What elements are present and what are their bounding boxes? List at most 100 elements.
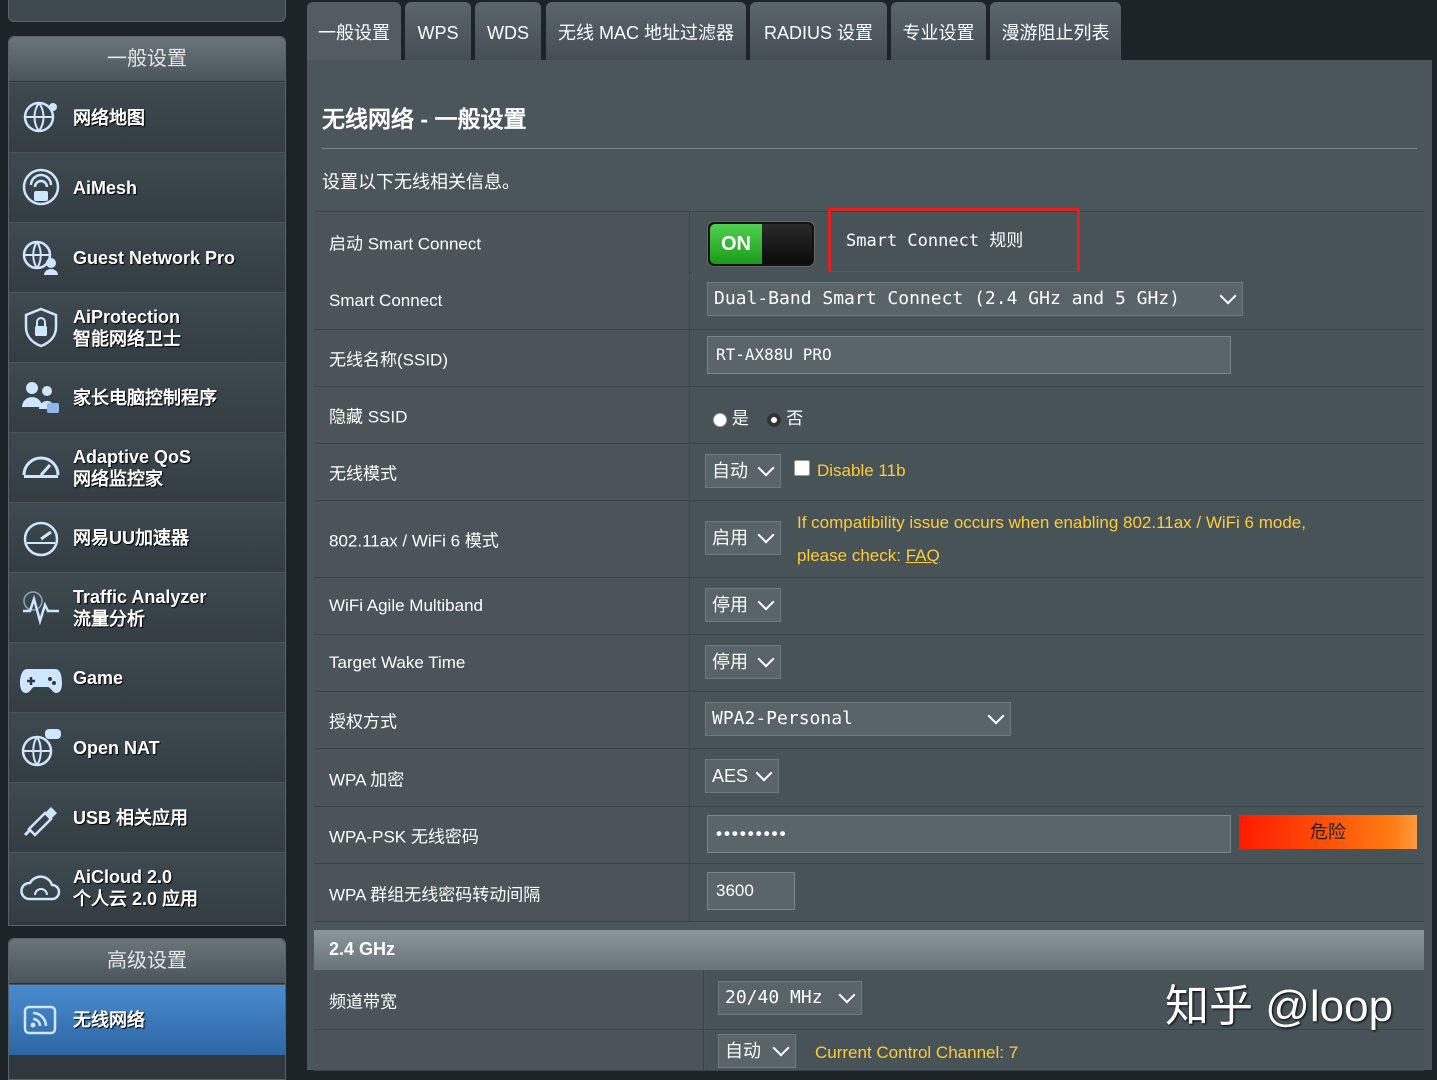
- row-label: 802.11ax / WiFi 6 模式: [329, 531, 499, 551]
- row-ssid: 无线名称(SSID) RT-AX88U PRO: [314, 330, 1424, 387]
- sidebar-item-line2: 智能网络卫士: [73, 328, 181, 349]
- tab-general[interactable]: 一般设置: [307, 2, 401, 60]
- sidebar-item-line1: AiCloud 2.0: [73, 866, 173, 887]
- sidebar-item-line1: 网络地图: [73, 107, 145, 128]
- row-target-wake-time: Target Wake Time 停用: [314, 635, 1424, 692]
- row-smart-connect: Smart Connect Dual-Band Smart Connect (2…: [314, 272, 1424, 330]
- sidebar-item-line1: AiMesh: [73, 177, 138, 198]
- chevron-down-icon: [987, 707, 1005, 725]
- sidebar-item-line1: USB 相关应用: [73, 807, 189, 828]
- sidebar-item-aimesh[interactable]: AiMesh: [9, 152, 285, 222]
- row-wpa-psk: WPA-PSK 无线密码 ••••••••• 危险: [314, 807, 1424, 864]
- wpa-psk-input[interactable]: •••••••••: [707, 815, 1231, 853]
- row-label: Target Wake Time: [329, 653, 466, 672]
- sidebar-item-usb[interactable]: USB 相关应用: [9, 782, 285, 852]
- twt-select[interactable]: 停用: [705, 645, 781, 679]
- sidebar-item-line1: Traffic Analyzer: [73, 586, 207, 607]
- hide-ssid-no-radio[interactable]: [767, 412, 782, 427]
- select-value: 停用: [712, 652, 748, 672]
- section-2g-header: 2.4 GHz: [314, 930, 1424, 970]
- tab-wps[interactable]: WPS: [405, 2, 471, 60]
- row-label: 无线名称(SSID): [329, 350, 448, 370]
- sidebar-item-guest-network[interactable]: Guest Network Pro: [9, 222, 285, 292]
- sidebar-item-line1: Guest Network Pro: [73, 247, 236, 268]
- sidebar-item-open-nat[interactable]: Open NAT: [9, 712, 285, 782]
- agile-multiband-select[interactable]: 停用: [705, 588, 781, 622]
- chevron-down-icon: [755, 764, 773, 782]
- toggle-knob: [762, 224, 812, 264]
- wireless-icon: [23, 1005, 57, 1035]
- sidebar-general-panel: 一般设置 网络地图 AiMesh Guest Network Pro AiProtec…: [8, 36, 286, 926]
- wireless-mode-select[interactable]: 自动: [705, 454, 781, 488]
- smart-connect-rule-link[interactable]: Smart Connect 规则: [828, 208, 1080, 274]
- tab-wds[interactable]: WDS: [475, 2, 541, 60]
- bandwidth-select[interactable]: 20/40 MHz: [718, 981, 862, 1015]
- sidebar-item-traffic-analyzer[interactable]: Traffic Analyzer 流量分析: [9, 572, 285, 642]
- sidebar-item-label: Adaptive QoS 网络监控家: [73, 433, 191, 502]
- chevron-down-icon: [1219, 287, 1237, 305]
- sidebar-item-family[interactable]: 家长电脑控制程序: [9, 362, 285, 432]
- open-nat-icon: [21, 729, 61, 767]
- select-value: 停用: [712, 595, 748, 615]
- traffic-analyzer-icon: [23, 591, 59, 626]
- aimesh-icon: [22, 168, 60, 206]
- toggle-on-label: ON: [710, 224, 762, 264]
- cloud-icon: [20, 875, 61, 901]
- sidebar-item-globe-map[interactable]: 网络地图: [9, 82, 285, 152]
- speedometer-icon: [23, 521, 59, 557]
- chevron-down-icon: [838, 986, 856, 1004]
- disable-11b-checkbox[interactable]: [794, 460, 810, 476]
- tab-professional[interactable]: 专业设置: [891, 2, 986, 60]
- row-label: 授权方式: [329, 712, 397, 732]
- chevron-down-icon: [757, 593, 775, 611]
- sidebar-item-label: AiProtection 智能网络卫士: [73, 293, 181, 362]
- row-group-key-interval: WPA 群组无线密码转动间隔 3600: [314, 864, 1424, 922]
- sidebar-item-wireless[interactable]: 无线网络: [9, 984, 285, 1055]
- sidebar-item-line1: 网易UU加速器: [73, 527, 189, 548]
- gamepad-icon: [20, 669, 62, 693]
- select-value: AES: [712, 766, 749, 786]
- disable-11b-label: Disable 11b: [817, 461, 906, 480]
- tab-radius[interactable]: RADIUS 设置: [750, 2, 887, 60]
- chevron-down-icon: [757, 526, 775, 544]
- group-key-interval-input[interactable]: 3600: [707, 872, 795, 910]
- section-title: 2.4 GHz: [329, 939, 396, 959]
- auth-method-select[interactable]: WPA2-Personal: [705, 702, 1011, 736]
- row-label: Smart Connect: [329, 290, 443, 310]
- wifi6-mode-select[interactable]: 启用: [705, 521, 781, 555]
- smart-connect-toggle[interactable]: ON: [707, 221, 815, 267]
- sidebar-item-shield[interactable]: AiProtection 智能网络卫士: [9, 292, 285, 362]
- sidebar-item-speedometer[interactable]: 网易UU加速器: [9, 502, 285, 572]
- row-control-channel: 自动 Current Control Channel: 7: [314, 1030, 1424, 1071]
- hide-ssid-yes-radio[interactable]: [713, 412, 727, 427]
- sidebar-item-gamepad[interactable]: Game: [9, 642, 285, 712]
- sidebar-item-label: 无线网络: [73, 1009, 145, 1030]
- sidebar-item-line1: Game: [73, 667, 124, 688]
- tab-mac-filter[interactable]: 无线 MAC 地址过滤器: [546, 2, 746, 60]
- sidebar-item-label: 网络地图: [73, 83, 145, 152]
- row-hide-ssid: 隐藏 SSID 是 否: [314, 387, 1424, 444]
- row-label: 隐藏 SSID: [329, 407, 408, 427]
- row-auth-method: 授权方式 WPA2-Personal: [314, 692, 1424, 749]
- sidebar-item-label: Traffic Analyzer 流量分析: [73, 573, 206, 642]
- sidebar-item-gauge[interactable]: Adaptive QoS 网络监控家: [9, 432, 285, 502]
- select-value: Dual-Band Smart Connect (2.4 GHz and 5 G…: [714, 288, 1180, 309]
- faq-link[interactable]: FAQ: [906, 546, 940, 565]
- usb-icon: [23, 807, 57, 837]
- smart-connect-select[interactable]: Dual-Band Smart Connect (2.4 GHz and 5 G…: [707, 282, 1243, 316]
- sidebar-item-cloud[interactable]: AiCloud 2.0 个人云 2.0 应用: [9, 852, 285, 922]
- sidebar-item-line2: 个人云 2.0 应用: [73, 888, 199, 909]
- row-label: WiFi Agile Multiband: [329, 596, 484, 615]
- sidebar-item-label: Open NAT: [73, 713, 160, 782]
- page-description: 设置以下无线相关信息。: [322, 172, 520, 192]
- page-title: 无线网络 - 一般设置: [322, 106, 527, 132]
- title-divider: [322, 148, 1417, 149]
- ssid-input[interactable]: RT-AX88U PRO: [707, 336, 1231, 374]
- watermark: 知乎 @loop: [1165, 982, 1394, 1031]
- sidebar-item-label: Game: [73, 643, 123, 712]
- wpa-encryption-select[interactable]: AES: [705, 759, 779, 793]
- tab-roaming-block[interactable]: 漫游阻止列表: [990, 2, 1121, 60]
- select-value: 启用: [712, 528, 748, 548]
- row-wireless-mode: 无线模式 自动 Disable 11b: [314, 444, 1424, 501]
- shield-icon: [24, 307, 58, 348]
